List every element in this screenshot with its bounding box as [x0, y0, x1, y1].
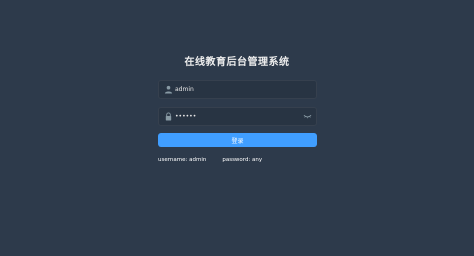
- username-tip: username: admin: [158, 157, 207, 163]
- lock-icon: [165, 112, 172, 121]
- password-tip: password: any: [222, 157, 263, 163]
- login-tips: username: admin password: any: [158, 157, 262, 163]
- password-input[interactable]: [175, 108, 300, 125]
- username-field-container: [158, 80, 317, 99]
- eye-closed-icon[interactable]: [303, 113, 312, 120]
- page-title: 在线教育后台管理系统: [184, 57, 290, 68]
- username-input[interactable]: [175, 81, 300, 98]
- login-page: 在线教育后台管理系统 登录 username: admin password: a…: [0, 0, 474, 256]
- login-button[interactable]: 登录: [158, 133, 317, 147]
- user-icon: [164, 85, 173, 94]
- password-field-container: [158, 107, 317, 126]
